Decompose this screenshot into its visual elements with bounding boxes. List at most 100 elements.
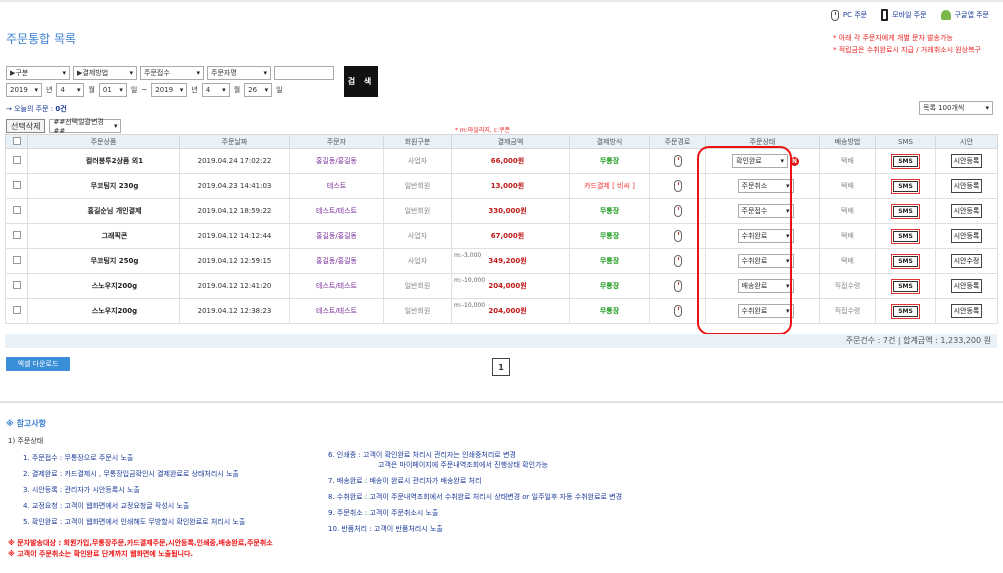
delivery-method: 직접수령 (819, 273, 876, 299)
orderer[interactable]: 홍길동/홍길동 (289, 223, 384, 249)
from-month-select[interactable]: 4 (56, 83, 85, 97)
orderer[interactable]: 테스트/테스트 (289, 298, 384, 324)
sms-button[interactable]: SMS (891, 153, 920, 169)
sms-button[interactable]: SMS (891, 278, 920, 294)
orderer[interactable]: 테스트/테스트 (289, 273, 384, 299)
product-name[interactable]: 스노우지200g (27, 273, 180, 299)
reference-item: 1. 주문접수 : 무통장으로 주문시 노출 (23, 454, 134, 462)
orderer[interactable]: 홍길동/홍길동 (289, 248, 384, 274)
reference-item: 6. 인쇄중 : 고객이 확인완료 처리시 관리자는 인쇄중처리로 변경 고객은 … (328, 450, 622, 470)
reference-subtitle: 1) 주문상태 (8, 437, 44, 445)
reference-item: 9. 주문취소 : 고객이 주문취소시 노출 (328, 509, 439, 517)
product-name[interactable]: 무코팅지 230g (27, 173, 180, 199)
order-date: 2019.04.12 12:41:20 (179, 273, 290, 299)
pc-order-link[interactable]: PC 주문 (830, 9, 868, 21)
order-channel-links: PC 주문 모바일 주문 구글앱 주문 (830, 9, 989, 21)
search-button[interactable]: 검 색 (344, 66, 378, 97)
draft-register-button[interactable]: 시안등록 (950, 204, 983, 218)
type-select[interactable]: ▶구분 (6, 66, 70, 80)
order-date: 2019.04.12 18:59:22 (179, 198, 290, 224)
orderer[interactable]: 테스트 (289, 173, 384, 199)
payment-select[interactable]: ▶결제방법 (73, 66, 137, 80)
product-name[interactable]: 스노우지200g (27, 298, 180, 324)
pc-order-icon (673, 180, 682, 192)
from-year-select[interactable]: 2019 (6, 83, 42, 97)
payment-amount: 349,200원 (488, 257, 527, 265)
select-all-checkbox[interactable] (12, 136, 21, 145)
mileage-used: m:-10,000 (454, 302, 486, 309)
pc-order-label: PC 주문 (842, 11, 868, 19)
sms-button-label: SMS (893, 280, 918, 292)
column-header: 주문자 (289, 134, 384, 149)
excel-download-button[interactable]: 엑셀 다운로드 (6, 357, 70, 371)
sms-button-label: SMS (893, 255, 918, 267)
page-title: 주문통합 목록 (6, 32, 77, 46)
keyword-input[interactable] (274, 66, 334, 80)
today-orders: → 오늘의 주문 : 0건 (6, 104, 67, 114)
mobile-order-link[interactable]: 모바일 주문 (881, 9, 927, 21)
orderer[interactable]: 테스트/테스트 (289, 198, 384, 224)
row-checkbox[interactable] (12, 306, 21, 314)
delivery-method: 택배 (819, 223, 876, 249)
reference-line: 6. 인쇄중 : 고객이 확인완료 처리시 관리자는 인쇄중처리로 변경 (328, 451, 516, 459)
page-number-button[interactable]: 1 (492, 358, 510, 376)
table-header-row: 주문상품 주문날짜 주문자 회원구분 결제금액 결제방식 주문경로 주문상태 배… (5, 134, 998, 149)
to-month-select[interactable]: 4 (201, 83, 230, 97)
batch-actions: 선택삭제 ##선택일괄변경## (6, 118, 122, 135)
sms-button-label: SMS (893, 230, 918, 242)
delivery-method: 택배 (819, 173, 876, 199)
member-type: 일반회원 (383, 298, 452, 324)
orderer-select[interactable]: 주문자명 (207, 66, 271, 80)
product-name[interactable]: 무코팅지 250g (27, 248, 180, 274)
draft-register-button[interactable]: 시안등록 (950, 229, 983, 243)
sms-button[interactable]: SMS (891, 303, 920, 319)
reference-item: 7. 배송완료 : 배송이 완료시 관리자가 배송완료 처리 (328, 477, 482, 485)
sms-button[interactable]: SMS (891, 178, 920, 194)
row-checkbox[interactable] (12, 156, 21, 164)
day-unit: 일 (130, 86, 138, 94)
warning-line: ※ 고객이 주문취소는 확인완료 단계까지 웹화면에 노출됩니다. (8, 550, 194, 558)
month-unit: 월 (88, 86, 95, 94)
status-column-highlight (697, 146, 792, 335)
member-type: 일반회원 (383, 173, 452, 199)
draft-edit-button[interactable]: 시안수정 (950, 254, 983, 268)
table-row: 무코팅지 250g 2019.04.12 12:59:15 홍길동/홍길동 사업… (5, 248, 998, 274)
order-date: 2019.04.24 17:02:22 (179, 148, 290, 174)
row-checkbox[interactable] (12, 206, 21, 214)
row-checkbox[interactable] (12, 181, 21, 189)
orderer[interactable]: 홍길동/홍길동 (289, 148, 384, 174)
google-app-order-label: 구글앱 주문 (954, 11, 989, 19)
status-select[interactable]: 주문접수 (140, 66, 204, 80)
product-name[interactable]: 그래픽콘 (27, 223, 180, 249)
google-app-order-link[interactable]: 구글앱 주문 (940, 9, 989, 21)
sms-button[interactable]: SMS (891, 253, 920, 269)
reference-item: 4. 교정요청 : 고객이 웹화면에서 교정요청글 작성시 노출 (23, 502, 190, 510)
payment-method: 무통장 (569, 223, 650, 249)
month-unit: 월 (233, 86, 241, 94)
order-date: 2019.04.23 14:41:03 (179, 173, 290, 199)
to-day-select[interactable]: 26 (244, 83, 273, 97)
draft-register-button[interactable]: 시안등록 (950, 304, 983, 318)
payment-method: 무통장 (569, 273, 650, 299)
list-count-select[interactable]: 목록 100개씩 (919, 101, 993, 115)
payment-method: 무통장 (569, 248, 650, 274)
from-day-select[interactable]: 01 (98, 83, 127, 97)
warning-line: ※ 문자발송대상 : 회원가입,무통장주문,카드결제주문,시안등록,인쇄중,배송… (8, 539, 273, 547)
row-checkbox[interactable] (12, 231, 21, 239)
top-note: * 적립금은 수취완료시 지급 / 거래취소시 원상복구 (832, 46, 981, 54)
draft-register-button[interactable]: 시안등록 (950, 279, 983, 293)
sms-button[interactable]: SMS (891, 228, 920, 244)
to-year-select[interactable]: 2019 (151, 83, 188, 97)
column-header[interactable] (5, 134, 28, 149)
row-checkbox[interactable] (12, 281, 21, 289)
today-orders-label: → 오늘의 주문 : (6, 105, 54, 113)
draft-register-button[interactable]: 시안등록 (950, 179, 983, 193)
product-name[interactable]: 홍길순님 개인결제 (27, 198, 180, 224)
batch-change-select[interactable]: ##선택일괄변경## (49, 118, 122, 135)
product-name[interactable]: 컬러봉투2상품 외1 (27, 148, 180, 174)
draft-register-button[interactable]: 시안등록 (950, 154, 983, 168)
payment-method: 카드결제 [ 비씨 ] (569, 173, 650, 199)
sms-button[interactable]: SMS (891, 203, 920, 219)
delete-selected-button[interactable]: 선택삭제 (6, 119, 46, 133)
row-checkbox[interactable] (12, 256, 21, 264)
